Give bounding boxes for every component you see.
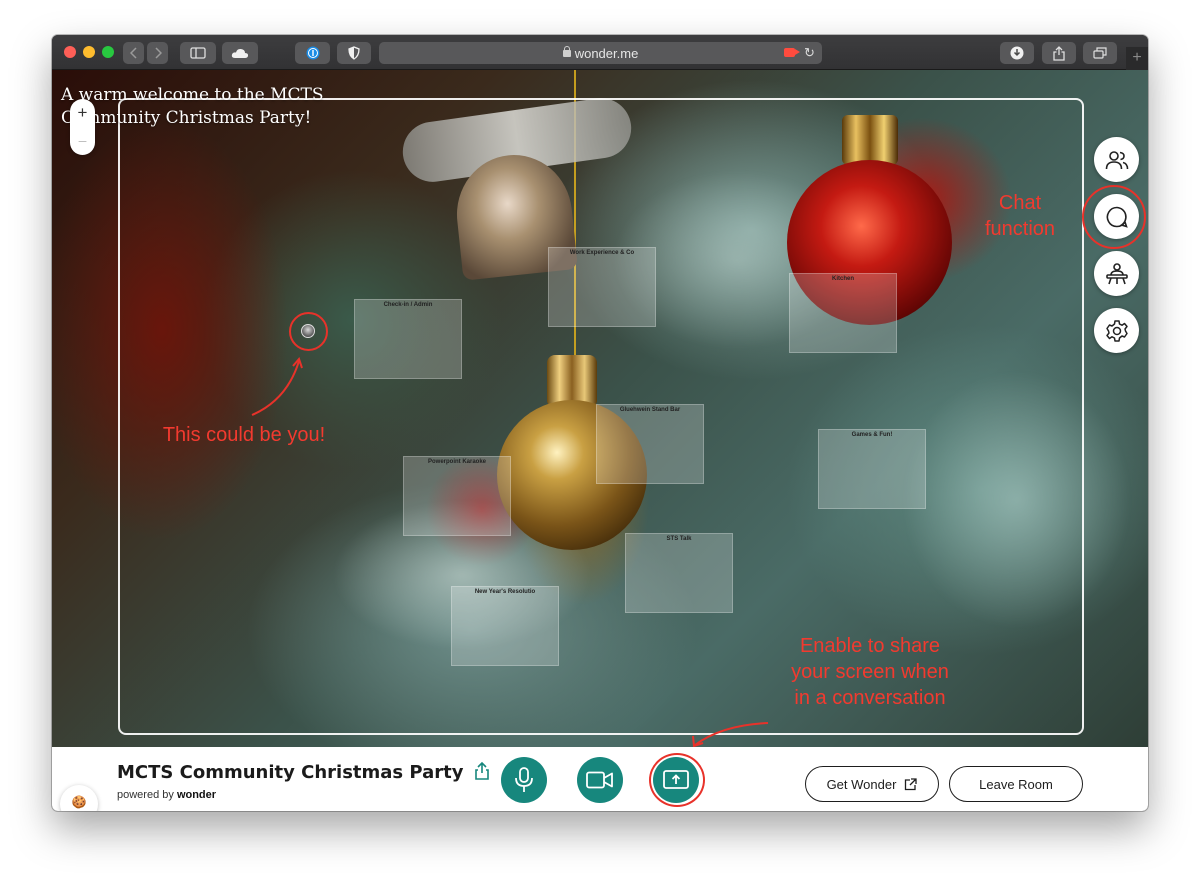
microphone-icon (515, 767, 533, 792)
chat-annotation-text: Chat function (984, 192, 1056, 240)
downloads-button[interactable] (1000, 42, 1034, 64)
address-bar[interactable]: wonder.me ↻ (379, 42, 822, 64)
onepassword-icon (306, 46, 319, 60)
url-text: wonder.me (379, 46, 822, 61)
chat-button[interactable] (1094, 194, 1139, 239)
space-map[interactable]: A warm welcome to the MCTS Community Chr… (52, 70, 1148, 747)
zoom-in-button[interactable]: + (70, 100, 95, 126)
broadcast-icon (1105, 262, 1128, 284)
avatar-annotation-arrow (251, 357, 303, 416)
cookie-settings-button[interactable]: 🍪 (60, 785, 98, 811)
share-button[interactable] (1042, 42, 1076, 64)
privacy-extension-button[interactable] (337, 42, 371, 64)
camera-button[interactable] (577, 757, 623, 803)
zoom-out-button[interactable]: – (70, 127, 95, 153)
microphone-button[interactable] (501, 757, 547, 803)
settings-button[interactable] (1094, 308, 1139, 353)
avatar-highlight-circle (289, 312, 328, 351)
password-extension-button[interactable] (295, 42, 330, 64)
new-tab-button[interactable]: + (1126, 47, 1148, 70)
room-games-and-fun[interactable]: Games & Fun! (818, 429, 926, 509)
powered-by: powered by wonder (117, 789, 217, 801)
sidebar-toggle-button[interactable] (180, 42, 216, 64)
forward-button[interactable] (147, 42, 168, 64)
external-link-icon (905, 777, 918, 790)
share-annotation-text: Enable to share your screen when in a co… (791, 635, 949, 709)
icloud-tabs-button[interactable] (222, 42, 258, 64)
cloud-icon (231, 48, 249, 58)
shield-icon (348, 46, 360, 60)
chat-icon (1106, 206, 1128, 228)
back-button[interactable] (123, 42, 144, 64)
tab-overview-button[interactable] (1083, 42, 1117, 64)
room-work-experience[interactable]: Work Experience & Co (548, 247, 656, 327)
room-kitchen[interactable]: Kitchen (789, 273, 897, 353)
browser-toolbar: wonder.me ↻ + (52, 35, 1148, 70)
chevron-left-icon (129, 47, 137, 59)
participants-button[interactable] (1094, 137, 1139, 182)
room-new-years-resolution[interactable]: New Year's Resolutio (451, 586, 559, 666)
zoom-control: + – (70, 99, 95, 155)
share-annotation-arrow (692, 722, 769, 747)
room-sts-talk[interactable]: STS Talk (625, 533, 733, 613)
share-link-icon[interactable] (474, 761, 490, 781)
screen-share-highlight-circle (649, 753, 705, 807)
bottom-bar: 🍪 MCTS Community Christmas Party powered… (52, 747, 1148, 811)
broadcast-button[interactable] (1094, 251, 1139, 296)
download-icon (1010, 46, 1024, 60)
browser-window: wonder.me ↻ + A warm welcome to the MCTS… (52, 35, 1148, 811)
tabs-icon (1093, 47, 1107, 59)
reload-icon[interactable]: ↻ (804, 45, 815, 61)
room-gluehwein-stand-bar[interactable]: Gluehwein Stand Bar (596, 404, 704, 484)
chevron-right-icon (154, 47, 162, 59)
space-title: MCTS Community Christmas Party (117, 762, 464, 783)
maximize-window-button[interactable] (102, 46, 114, 58)
share-icon (1053, 45, 1065, 61)
get-wonder-button[interactable]: Get Wonder (805, 766, 939, 802)
close-window-button[interactable] (64, 46, 76, 58)
settings-icon (1105, 319, 1128, 342)
room-powerpoint-karaoke[interactable]: Powerpoint Karaoke (403, 456, 511, 536)
minimize-window-button[interactable] (83, 46, 95, 58)
lock-icon (562, 46, 571, 57)
camera-recording-icon[interactable] (784, 48, 800, 57)
avatar-annotation-text: This could be you! (162, 424, 326, 446)
video-camera-icon (586, 771, 613, 789)
people-icon (1105, 150, 1128, 169)
wonder-page: A warm welcome to the MCTS Community Chr… (52, 70, 1148, 811)
sidebar-icon (190, 47, 206, 59)
welcome-message: A warm welcome to the MCTS Community Chr… (61, 85, 324, 128)
leave-room-button[interactable]: Leave Room (949, 766, 1083, 802)
room-check-in-admin[interactable]: Check-in / Admin (354, 299, 462, 379)
